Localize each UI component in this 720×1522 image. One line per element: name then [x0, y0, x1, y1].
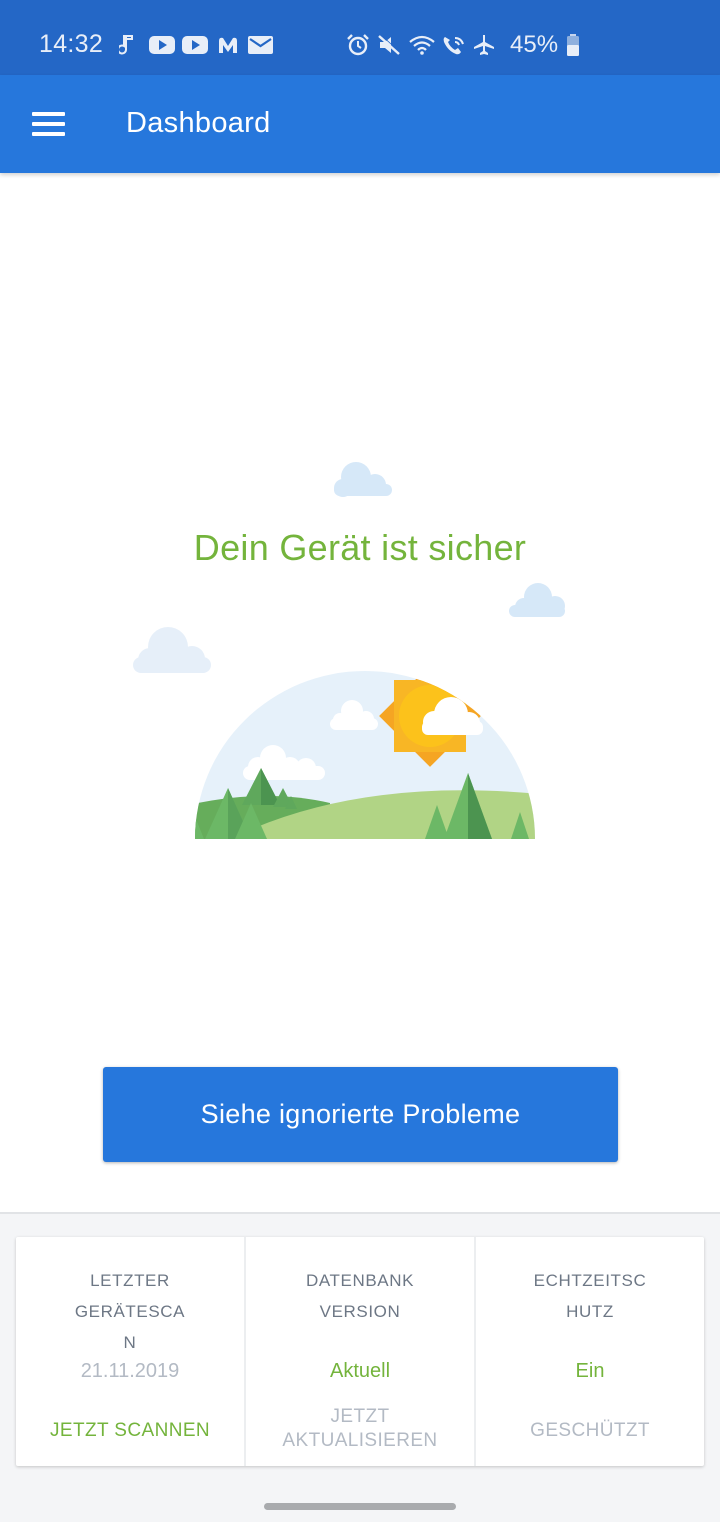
- card-label: LETZTER GERÄTESCA N: [74, 1271, 186, 1352]
- ignored-problems-button[interactable]: Siehe ignorierte Probleme: [103, 1067, 618, 1162]
- status-bar: 14:32 45%: [0, 0, 720, 75]
- mail-icon: [248, 34, 273, 56]
- card-realtime-protection: ECHTZEITSC HUTZ Ein GESCHÜTZT: [476, 1237, 704, 1466]
- youtube-icon: [182, 34, 208, 56]
- card-label: DATENBANK VERSION: [305, 1271, 415, 1321]
- card-database: DATENBANK VERSION Aktuell JETZT AKTUALIS…: [246, 1237, 476, 1466]
- status-cards: LETZTER GERÄTESCA N 21.11.2019 JETZT SCA…: [16, 1237, 704, 1466]
- battery-icon: [566, 34, 580, 56]
- realtime-status: Ein: [575, 1360, 605, 1382]
- scan-now-link[interactable]: JETZT SCANNEN: [16, 1419, 244, 1443]
- cloud-icon: [509, 583, 565, 617]
- cloud-icon: [334, 462, 392, 497]
- alarm-icon: [346, 34, 370, 56]
- status-time: 14:32: [39, 30, 104, 58]
- cloud-icon: [133, 627, 211, 673]
- airplane-icon: [472, 34, 496, 56]
- card-label: ECHTZEITSC HUTZ: [533, 1271, 647, 1321]
- page-title: Dashboard: [126, 107, 271, 139]
- database-status: Aktuell: [329, 1360, 391, 1382]
- battery-percent: 45%: [510, 31, 559, 58]
- music-note-icon: [119, 34, 137, 56]
- safe-landscape-illustration: [133, 462, 565, 839]
- card-last-scan: LETZTER GERÄTESCA N 21.11.2019 JETZT SCA…: [16, 1237, 246, 1466]
- hamburger-menu-icon[interactable]: [24, 101, 74, 147]
- wifi-icon: [408, 34, 436, 56]
- protected-status: GESCHÜTZT: [530, 1420, 650, 1441]
- home-indicator[interactable]: [264, 1503, 456, 1510]
- last-scan-date: 21.11.2019: [80, 1360, 180, 1382]
- wifi-call-icon: [441, 34, 467, 56]
- youtube-icon: [149, 34, 175, 56]
- update-now-link[interactable]: JETZT AKTUALISIEREN: [246, 1405, 474, 1453]
- mute-icon: [377, 34, 401, 56]
- app-bar: Dashboard: [0, 75, 720, 173]
- security-status-headline: Dein Gerät ist sicher: [193, 527, 527, 568]
- malwarebytes-icon: [217, 34, 239, 56]
